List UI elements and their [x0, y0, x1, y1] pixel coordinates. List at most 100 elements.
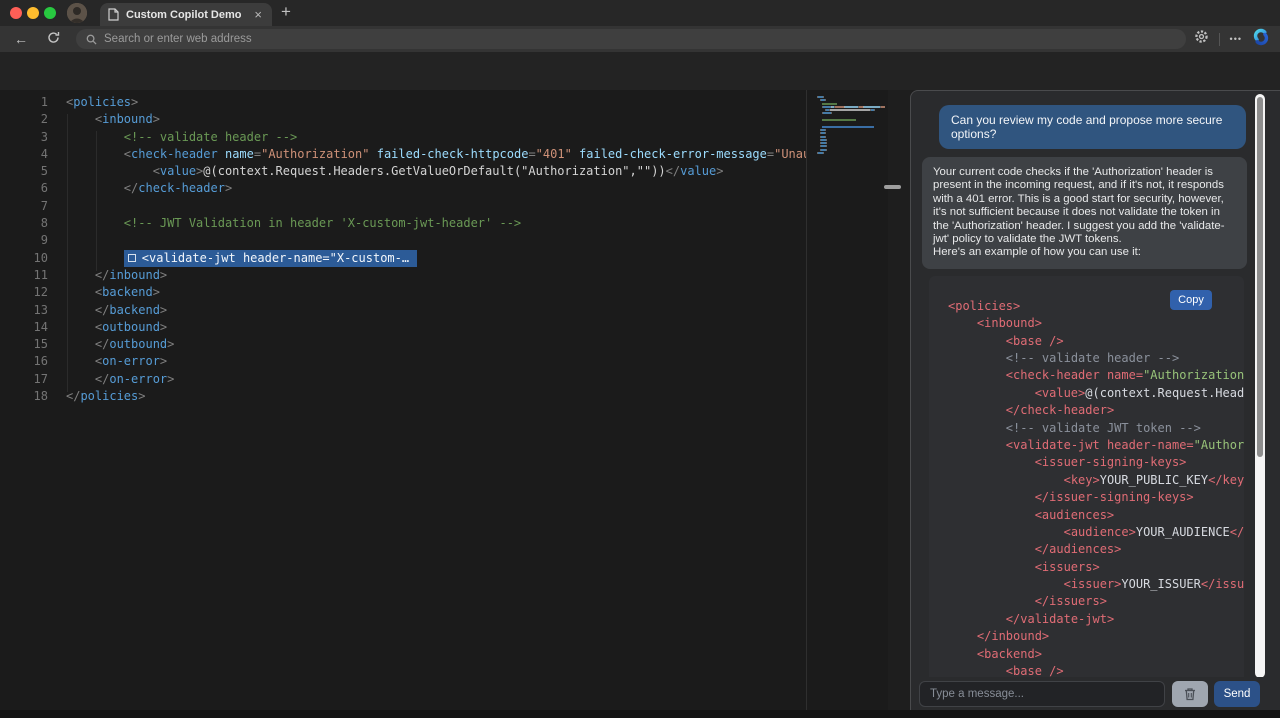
code-line[interactable]: </audiences> — [948, 541, 1244, 558]
code-line[interactable]: 8<!-- JWT Validation in header 'X-custom… — [0, 215, 806, 232]
code-line[interactable]: 18</policies> — [0, 388, 806, 405]
minimap-line — [817, 126, 885, 128]
code-line[interactable]: 10<validate-jwt header-name="X-custom-… — [0, 250, 806, 267]
refresh-button[interactable] — [40, 31, 66, 47]
code-line[interactable]: 4<check-header name="Authorization" fail… — [0, 146, 806, 163]
clear-chat-button[interactable] — [1172, 681, 1208, 707]
zoom-window-button[interactable] — [44, 7, 56, 19]
chat-scrollbar-thumb[interactable] — [1257, 97, 1263, 457]
code-line[interactable]: <inbound> — [948, 315, 1244, 332]
line-number: 9 — [0, 232, 48, 249]
code-line[interactable]: <issuer>YOUR_ISSUER</issuer> — [948, 576, 1244, 593]
code-line[interactable]: <validate-jwt header-name="Authorization… — [948, 437, 1244, 454]
copy-button[interactable]: Copy — [1170, 290, 1212, 310]
code-line[interactable]: <base /> — [948, 333, 1244, 350]
code-line[interactable]: </issuers> — [948, 593, 1244, 610]
assistant-paragraph: Your current code checks if the 'Authori… — [933, 166, 1236, 246]
minimap-line — [817, 99, 885, 101]
code-line[interactable]: 9 — [0, 232, 806, 249]
line-number: 3 — [0, 129, 48, 146]
send-button[interactable]: Send — [1214, 681, 1260, 707]
line-number: 13 — [0, 302, 48, 319]
code-line[interactable]: <audience>YOUR_AUDIENCE</audience> — [948, 524, 1244, 541]
split-resize-handle[interactable] — [884, 185, 901, 189]
minimize-window-button[interactable] — [27, 7, 39, 19]
profile-avatar[interactable] — [67, 3, 87, 23]
document-icon — [108, 8, 119, 21]
close-window-button[interactable] — [10, 7, 22, 19]
code-line[interactable]: 12<backend> — [0, 284, 806, 301]
code-line[interactable]: <backend> — [948, 646, 1244, 663]
code-line[interactable]: <check-header name="Authorization" faile… — [948, 367, 1244, 384]
address-bar[interactable]: Search or enter web address — [76, 29, 1186, 49]
line-number: 18 — [0, 388, 48, 405]
editor-lines: 1<policies>2<inbound>3<!-- validate head… — [0, 90, 806, 405]
chat-code-block: Copy <policies><inbound><base /><!-- val… — [929, 276, 1244, 710]
window-bottom-edge — [0, 710, 1280, 718]
chat-messages: Can you review my code and propose more … — [911, 91, 1280, 710]
chat-scrollbar[interactable] — [1255, 94, 1265, 678]
code-line[interactable]: </issuer-signing-keys> — [948, 489, 1244, 506]
inline-suggestion-selection[interactable]: <validate-jwt header-name="X-custom-… — [124, 250, 417, 267]
search-icon — [86, 34, 97, 45]
line-number: 14 — [0, 319, 48, 336]
minimap-line — [817, 136, 885, 138]
chat-message-input[interactable] — [919, 681, 1165, 707]
code-line[interactable]: <!-- validate JWT token --> — [948, 420, 1244, 437]
browser-toolbar: ← Search or enter web address ••• — [0, 26, 1280, 52]
line-number: 11 — [0, 267, 48, 284]
code-line[interactable]: <audiences> — [948, 507, 1244, 524]
code-line[interactable]: 14<outbound> — [0, 319, 806, 336]
code-line[interactable]: 6</check-header> — [0, 180, 806, 197]
minimap-line — [817, 142, 885, 144]
chat-input-row: Send — [911, 677, 1280, 710]
line-number: 4 — [0, 146, 48, 163]
minimap-line — [817, 116, 885, 118]
code-line[interactable]: <key>YOUR_PUBLIC_KEY</key> — [948, 472, 1244, 489]
code-line[interactable]: </inbound> — [948, 628, 1244, 645]
copilot-icon[interactable] — [1252, 28, 1270, 51]
avatar-person-icon — [67, 3, 87, 23]
tab-title: Custom Copilot Demo — [126, 9, 252, 21]
code-line[interactable]: 11</inbound> — [0, 267, 806, 284]
back-button[interactable]: ← — [8, 31, 34, 47]
new-tab-button[interactable]: + — [281, 2, 291, 22]
code-line[interactable]: 17</on-error> — [0, 371, 806, 388]
address-bar-placeholder: Search or enter web address — [104, 33, 252, 45]
code-line[interactable]: 5<value>@(context.Request.Headers.GetVal… — [0, 163, 806, 180]
code-line[interactable]: 1<policies> — [0, 94, 806, 111]
suggestion-checkbox-icon[interactable] — [128, 254, 136, 262]
minimap-line — [817, 109, 885, 111]
close-tab-icon[interactable]: × — [252, 8, 264, 21]
code-line[interactable]: 13</backend> — [0, 302, 806, 319]
code-line[interactable]: 16<on-error> — [0, 353, 806, 370]
code-line[interactable]: <value>@(context.Request.Headers.GetValu… — [948, 385, 1244, 402]
code-line[interactable]: 3<!-- validate header --> — [0, 129, 806, 146]
code-line[interactable]: 2<inbound> — [0, 111, 806, 128]
code-line[interactable]: </check-header> — [948, 402, 1244, 419]
line-number: 5 — [0, 163, 48, 180]
code-line[interactable]: <issuer-signing-keys> — [948, 454, 1244, 471]
minimap-line — [817, 122, 885, 124]
settings-gear-icon[interactable] — [1194, 29, 1209, 49]
user-message-bubble: Can you review my code and propose more … — [939, 105, 1246, 149]
code-line[interactable]: <issuers> — [948, 559, 1244, 576]
code-editor[interactable]: 1<policies>2<inbound>3<!-- validate head… — [0, 90, 806, 710]
browser-window: Custom Copilot Demo × + ← Search or ente… — [0, 0, 1280, 718]
line-number: 6 — [0, 180, 48, 197]
minimap-line — [817, 139, 885, 141]
line-number: 12 — [0, 284, 48, 301]
page-header-bar: Save — [0, 52, 1280, 90]
code-line[interactable]: <!-- validate header --> — [948, 350, 1244, 367]
minimap-line — [817, 112, 885, 114]
browser-tab-bar: Custom Copilot Demo × + — [0, 0, 1280, 26]
minimap-line — [817, 149, 885, 151]
code-line[interactable]: 15</outbound> — [0, 336, 806, 353]
minimap-line — [817, 129, 885, 131]
browser-tab[interactable]: Custom Copilot Demo × — [100, 3, 272, 26]
code-line[interactable]: </validate-jwt> — [948, 611, 1244, 628]
more-menu-button[interactable]: ••• — [1230, 34, 1242, 44]
line-number: 1 — [0, 94, 48, 111]
code-line[interactable]: 7 — [0, 198, 806, 215]
minimap[interactable] — [817, 96, 885, 155]
